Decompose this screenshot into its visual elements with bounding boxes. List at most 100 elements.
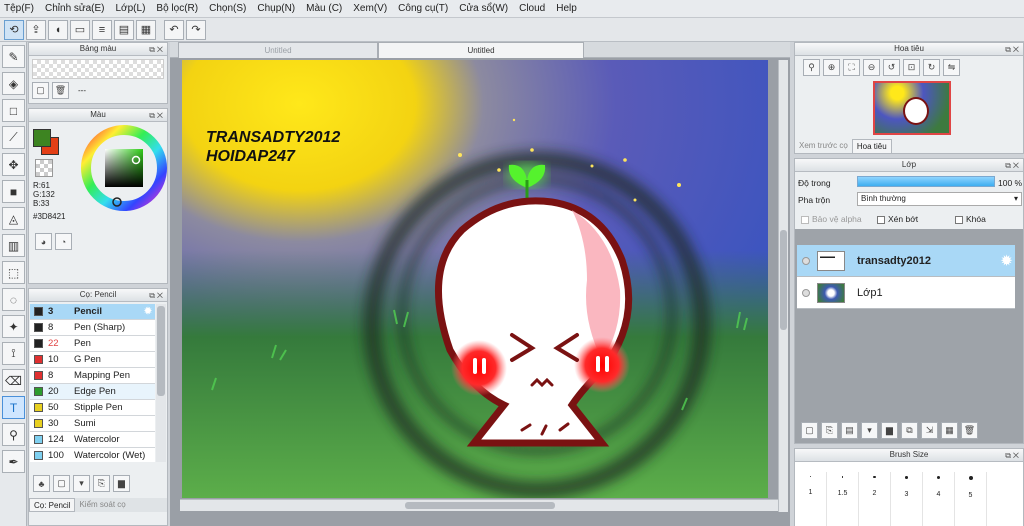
undo-history-icon[interactable]: ⟲ [4,19,24,40]
navigator-thumbnail[interactable] [873,81,951,135]
brush-list-scrollbar[interactable] [156,304,166,462]
new-linework-layer-icon[interactable]: ⎘ [821,422,838,439]
layer-row[interactable]: Lớp1 [797,277,1015,309]
menu-capture[interactable]: Chụp(N) [257,3,295,14]
menu-select[interactable]: Chọn(S) [209,3,246,14]
text-tool-icon[interactable]: T [2,396,25,419]
brush-item[interactable]: 3 Pencil ✹ [30,304,155,320]
brush-item[interactable]: 10 G Pen [30,352,155,368]
brush-size-cell[interactable]: 1 [795,472,827,526]
layer-row[interactable]: ▬▬▬ transadty2012 ✹ [797,245,1015,277]
tab-untitled-1[interactable]: Untitled [178,42,378,58]
grid-icon[interactable]: ▦ [136,19,156,40]
delete-swatch-icon[interactable]: 🗑 [52,82,69,99]
canvas-horizontal-scrollbar[interactable] [180,499,778,511]
brush-settings-icon[interactable]: ♣ [33,475,50,492]
brush-item[interactable]: 8 Pen (Sharp) [30,320,155,336]
eye-icon[interactable] [802,256,810,265]
rectangle-tool-icon[interactable]: □ [2,99,25,122]
transparent-swatch[interactable] [35,159,53,177]
opacity-slider[interactable] [857,176,995,187]
new-swatch-icon[interactable]: ▢ [32,82,49,99]
zoom-icon[interactable]: ⚲ [803,59,820,76]
canvas-vertical-scrollbar[interactable] [778,60,788,512]
layer-options-icon[interactable]: ▾ [861,422,878,439]
lasso-select-icon[interactable]: ◌ [2,288,25,311]
eyedropper-tool-icon[interactable]: ⚲ [2,423,25,446]
panel-buttons[interactable]: ⧉✕ [149,110,165,122]
brush-item[interactable]: 124 Watercolor [30,432,155,448]
layer-folder-icon[interactable]: ▆ [881,422,898,439]
drawing-canvas[interactable]: TRANSADTY2012 HOIDAP247 [182,60,768,498]
new-set-icon[interactable]: ▤ [841,422,858,439]
document-icon[interactable]: ▤ [114,19,134,40]
panel-buttons[interactable]: ⧉✕ [149,44,165,56]
brush-item[interactable]: 20 Edge Pen [30,384,155,400]
lock-checkbox[interactable]: Khóa [955,214,986,224]
brush-size-cell[interactable]: 1.5 [827,472,859,526]
magic-wand-icon[interactable]: ✦ [2,315,25,338]
export-icon[interactable]: ⇪ [26,19,46,40]
brush-item[interactable]: 22 Pen [30,336,155,352]
pen-tool-icon[interactable]: ✒ [2,450,25,473]
rotate-right-icon[interactable]: ↻ [923,59,940,76]
zoom-in-icon[interactable]: ⊕ [823,59,840,76]
brush-size-cell[interactable]: 5 [955,472,987,526]
clipping-checkbox[interactable]: Xén bớt [877,214,918,224]
palette-icon[interactable]: ◕ [35,233,52,250]
select-eraser-icon[interactable]: ⌫ [2,369,25,392]
speech-bubble-icon[interactable]: ◖ [48,19,68,40]
protect-alpha-checkbox[interactable]: Bảo vệ alpha [801,214,862,224]
brush-item[interactable]: 8 Mapping Pen [30,368,155,384]
brush-preview-tab[interactable]: Xem trước cọ [795,139,852,154]
eraser-tool-icon[interactable]: ◈ [2,72,25,95]
brush-tab-active[interactable]: Cọ: Pencil [29,498,76,512]
menu-view[interactable]: Xem(V) [353,3,387,14]
menu-file[interactable]: Tệp(F) [4,3,34,14]
clear-layer-icon[interactable]: ▦ [941,422,958,439]
brush-control-tab[interactable]: Kiểm soát cọ [75,498,129,512]
redo-arrow-icon[interactable]: ↷ [186,19,206,40]
merge-layer-icon[interactable]: ⧉ [901,422,918,439]
transfer-layer-icon[interactable]: ⇲ [921,422,938,439]
menu-edit[interactable]: Chỉnh sửa(E) [45,3,105,14]
navigator-tab[interactable]: Hoa tiêu [851,139,892,154]
rotate-left-icon[interactable]: ↺ [883,59,900,76]
delete-layer-icon[interactable]: 🗑 [961,422,978,439]
brush-size-cell[interactable]: 4 [923,472,955,526]
menu-window[interactable]: Cửa sổ(W) [459,3,508,14]
panel-buttons[interactable]: ⧉✕ [1005,160,1021,172]
brush-size-cell[interactable]: 3 [891,472,923,526]
flip-icon[interactable]: ⇋ [943,59,960,76]
panel-buttons[interactable]: ⧉✕ [1005,450,1021,462]
brush-item[interactable]: 30 Sumi [30,416,155,432]
fill-rect-tool-icon[interactable]: ■ [2,180,25,203]
swatch-grid[interactable] [32,59,164,79]
reset-view-icon[interactable]: ⊡ [903,59,920,76]
eye-icon[interactable] [802,288,810,297]
gradient-tool-icon[interactable]: ▥ [2,234,25,257]
gear-icon[interactable]: ✹ [1001,253,1012,269]
brush-copy-icon[interactable]: ⎘ [93,475,110,492]
rect-select-icon[interactable]: ⬚ [2,261,25,284]
monitor-icon[interactable]: ▭ [70,19,90,40]
fit-view-icon[interactable]: ⛶ [843,59,860,76]
menu-cloud[interactable]: Cloud [519,3,545,14]
select-pen-icon[interactable]: ⟟ [2,342,25,365]
brush-options-icon[interactable]: ▾ [73,475,90,492]
brush-size-cell[interactable]: 2 [859,472,891,526]
new-layer-icon[interactable]: ▢ [801,422,818,439]
menu-layer[interactable]: Lớp(L) [116,3,146,14]
undo-arrow-icon[interactable]: ↶ [164,19,184,40]
menu-tools[interactable]: Công cụ(T) [398,3,448,14]
brush-item[interactable]: 50 Stipple Pen [30,400,155,416]
list-icon[interactable]: ≡ [92,19,112,40]
menu-color[interactable]: Màu (C) [306,3,342,14]
blend-mode-select[interactable]: Bình thường ▾ [857,192,1022,206]
menu-filter[interactable]: Bộ lọc(R) [156,3,198,14]
gear-icon[interactable]: ✹ [144,306,152,317]
new-brush-icon[interactable]: ▢ [53,475,70,492]
tab-untitled-2[interactable]: Untitled [378,42,584,58]
palette-settings-icon[interactable]: ◔ [55,233,72,250]
brush-tool-icon[interactable]: ✎ [2,45,25,68]
